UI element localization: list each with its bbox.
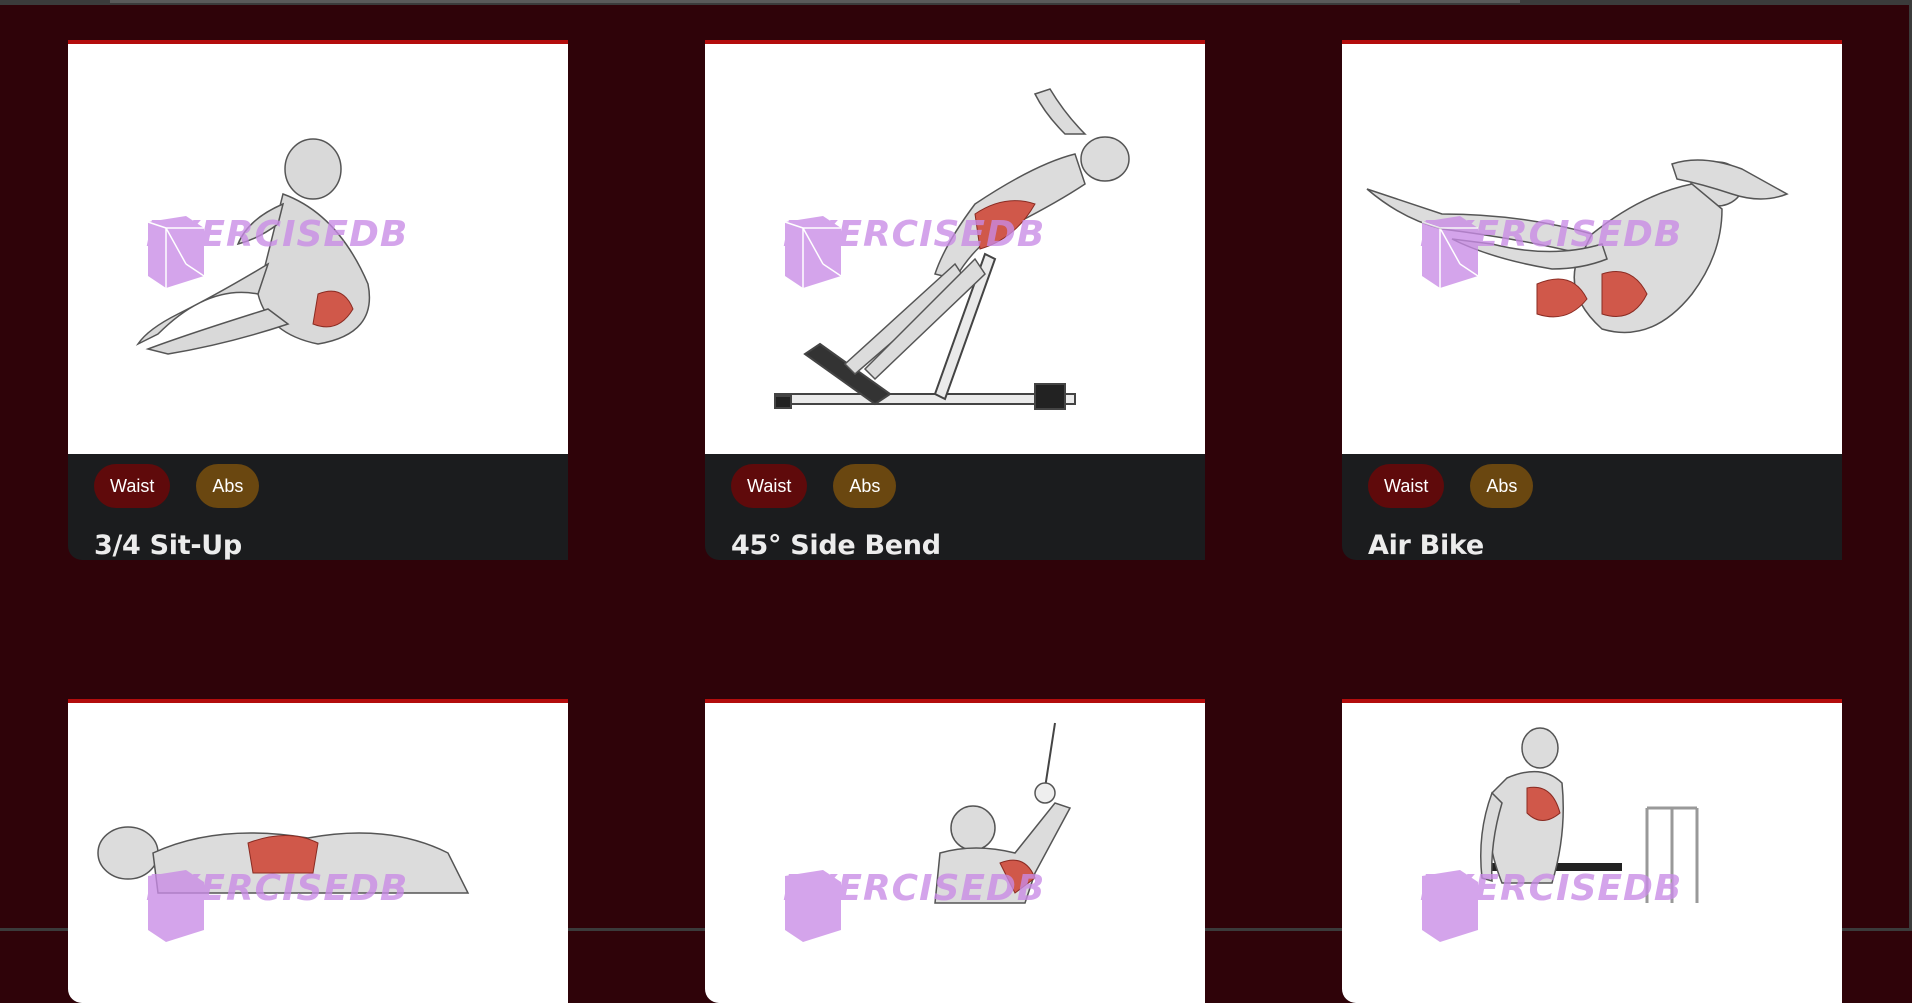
exercise-title: 3/4 Sit-Up [94, 530, 242, 560]
exercise-card[interactable]: EXERCISEDB Waist Abs 3/4 Sit-Up [68, 40, 568, 560]
cube-logo-icon [1422, 870, 1478, 942]
exercise-card[interactable]: EXERCISEDB [1342, 699, 1842, 1003]
watermark: EXERCISEDB [1420, 214, 1682, 288]
target-muscle-tag[interactable]: Abs [1470, 464, 1534, 508]
cable-pull-illustration [934, 722, 1072, 904]
cube-logo-icon [784, 216, 842, 288]
cube-logo-icon [147, 216, 205, 288]
target-muscle-tag[interactable]: Abs [196, 464, 260, 508]
exercise-image: EXERCISEDB [1342, 703, 1842, 1003]
tag-list: Waist Abs [94, 464, 542, 508]
exercise-image: EXERCISEDB [1342, 44, 1842, 454]
exercise-image: EXERCISEDB [705, 44, 1205, 454]
crunch-illustration [97, 826, 470, 894]
card-body: Waist Abs Air Bike [1342, 454, 1842, 560]
body-part-tag[interactable]: Waist [94, 464, 171, 508]
exercise-title: Air Bike [1368, 530, 1484, 560]
exercise-image: EXERCISEDB [68, 703, 568, 1003]
cube-logo-icon [785, 870, 841, 942]
exercise-image: EXERCISEDB [705, 703, 1205, 1003]
watermark: EXERCISEDB [783, 214, 1045, 288]
scroll-indicator [110, 0, 1520, 3]
watermark: EXERCISEDB [1420, 868, 1682, 942]
body-part-tag[interactable]: Waist [731, 464, 808, 508]
exercise-card[interactable]: EXERCISEDB [705, 699, 1205, 1003]
exercise-card[interactable]: EXERCISEDB [68, 699, 568, 1003]
cube-logo-icon [148, 870, 204, 942]
exercise-card[interactable]: EXERCISEDB Waist Abs Air Bike [1342, 40, 1842, 560]
body-part-tag[interactable]: Waist [1368, 464, 1445, 508]
exercise-grid: EXERCISEDB Waist Abs 3/4 Sit-Up EXERCISE… [68, 40, 1842, 1003]
exercise-image: EXERCISEDB [68, 44, 568, 454]
exercise-title: 45° Side Bend [731, 530, 941, 560]
dip-illustration [1480, 727, 1699, 903]
card-body: Waist Abs 45° Side Bend [705, 454, 1205, 560]
tag-list: Waist Abs [731, 464, 1179, 508]
target-muscle-tag[interactable]: Abs [833, 464, 897, 508]
tag-list: Waist Abs [1368, 464, 1816, 508]
watermark: EXERCISEDB [783, 868, 1045, 942]
exercise-card[interactable]: EXERCISEDB Waist Abs 45° Side Bend [705, 40, 1205, 560]
watermark: EXERCISEDB [146, 214, 408, 288]
card-body: Waist Abs 3/4 Sit-Up [68, 454, 568, 560]
watermark: EXERCISEDB [146, 868, 408, 942]
cube-logo-icon [1421, 216, 1479, 288]
window-top-border [0, 0, 1912, 5]
